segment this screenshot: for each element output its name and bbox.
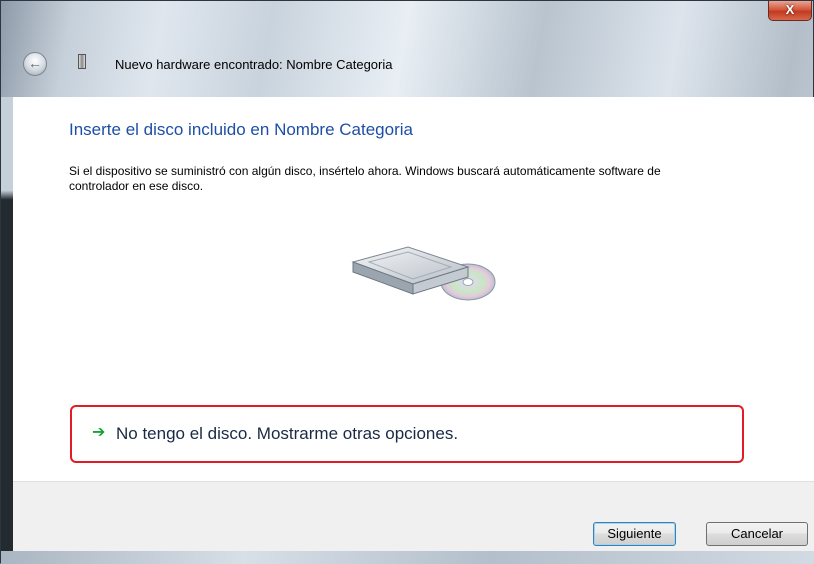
- page-heading: Inserte el disco incluido en Nombre Cate…: [69, 120, 413, 139]
- back-button[interactable]: ←: [23, 52, 47, 76]
- dialog-window: X ← Nuevo hardware encontrado: Nombre Ca…: [0, 0, 814, 564]
- window-left-border: [1, 97, 13, 564]
- no-disc-option-link[interactable]: No tengo el disco. Mostrarme otras opcio…: [116, 424, 458, 444]
- no-disc-option-highlight: ➔ No tengo el disco. Mostrarme otras opc…: [70, 405, 744, 463]
- title-bar: X ← Nuevo hardware encontrado: Nombre Ca…: [1, 1, 814, 97]
- back-arrow-icon: ←: [28, 55, 42, 71]
- hardware-device-icon: [78, 54, 86, 69]
- wizard-content: Inserte el disco incluido en Nombre Cate…: [13, 97, 814, 481]
- close-icon: X: [785, 2, 795, 17]
- window-bottom-border: [1, 551, 814, 564]
- close-button[interactable]: X: [768, 1, 812, 21]
- next-button[interactable]: Siguiente: [593, 522, 676, 546]
- green-arrow-icon: ➔: [92, 424, 106, 441]
- window-title: Nuevo hardware encontrado: Nombre Catego…: [115, 57, 393, 72]
- cancel-button[interactable]: Cancelar: [706, 522, 808, 546]
- button-bar: Siguiente Cancelar: [13, 481, 814, 552]
- description-text: Si el dispositivo se suministró con algú…: [69, 164, 661, 193]
- disc-drive-icon: [343, 242, 503, 317]
